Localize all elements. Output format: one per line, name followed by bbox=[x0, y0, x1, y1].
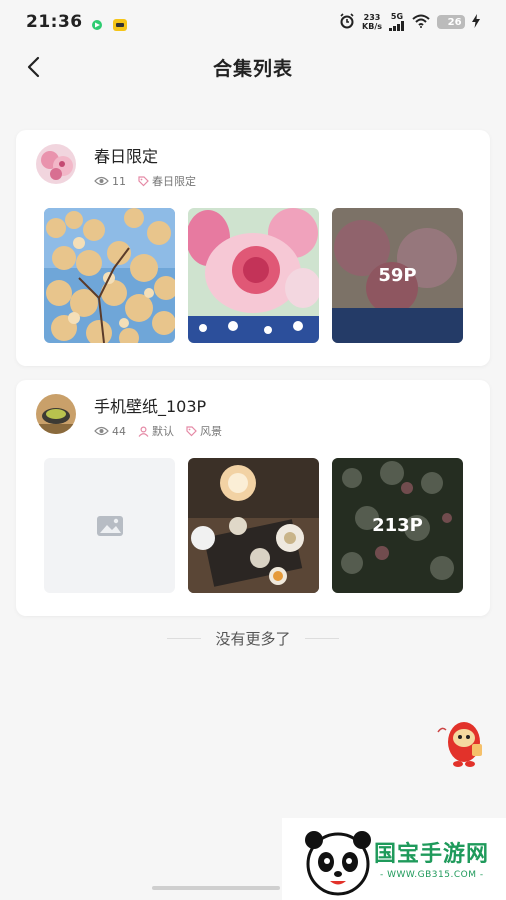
no-more-indicator: 没有更多了 bbox=[0, 628, 506, 649]
page-title: 合集列表 bbox=[212, 57, 293, 80]
collection-image-more[interactable]: 213P bbox=[332, 458, 463, 593]
collection-image[interactable] bbox=[188, 458, 319, 593]
collection-header: 手机壁纸_103P 44 默认 风景 bbox=[36, 394, 222, 439]
view-count-value: 11 bbox=[112, 174, 126, 188]
collection-image[interactable] bbox=[44, 208, 175, 343]
tag-label: 风景 bbox=[200, 425, 222, 438]
signal-bars-icon bbox=[389, 21, 404, 31]
collection-images: 59P bbox=[44, 208, 463, 343]
collection-tag[interactable]: 风景 bbox=[186, 423, 222, 439]
tag-label: 春日限定 bbox=[152, 175, 196, 188]
view-count-value: 44 bbox=[112, 424, 126, 438]
status-indicators: 233 KB/s 5G 26 bbox=[339, 13, 480, 32]
avatar bbox=[36, 394, 76, 434]
chevron-left-icon bbox=[27, 56, 40, 78]
mascot-icon bbox=[437, 722, 482, 767]
back-button[interactable] bbox=[18, 52, 48, 82]
status-bar: 21:36 233 KB/s 5G 26 bbox=[0, 0, 506, 44]
collection-images: 213P bbox=[44, 458, 463, 593]
panda-logo-icon bbox=[305, 831, 371, 896]
view-count: 11 bbox=[94, 175, 126, 188]
no-more-text: 没有更多了 bbox=[215, 630, 291, 648]
collection-title: 手机壁纸_103P bbox=[94, 397, 207, 416]
battery-level: 26 bbox=[447, 16, 462, 28]
divider bbox=[167, 638, 202, 639]
image-placeholder-icon bbox=[96, 515, 124, 537]
eye-icon bbox=[94, 426, 109, 436]
chat-notification-icon bbox=[112, 16, 127, 31]
author-label: 默认 bbox=[152, 425, 174, 438]
app-notification-icon bbox=[91, 16, 105, 30]
user-icon bbox=[138, 425, 149, 437]
wifi-icon bbox=[412, 14, 430, 31]
more-count: 213P bbox=[332, 458, 463, 593]
tag-icon bbox=[138, 175, 149, 186]
cellular-signal: 5G bbox=[389, 13, 405, 31]
collection-author[interactable]: 默认 bbox=[138, 423, 174, 439]
view-count: 44 bbox=[94, 425, 126, 438]
home-indicator[interactable] bbox=[152, 886, 280, 890]
collection-card[interactable]: 春日限定 11 春日限定 59P bbox=[16, 130, 490, 366]
collection-header: 春日限定 11 春日限定 bbox=[36, 144, 196, 189]
nav-bar: 合集列表 bbox=[0, 44, 506, 90]
battery-indicator: 26 bbox=[437, 15, 465, 29]
floating-mascot-button[interactable] bbox=[436, 712, 486, 768]
tag-icon bbox=[186, 425, 197, 436]
status-time: 21:36 bbox=[26, 12, 83, 32]
watermark: 国宝手游网 - WWW.GB315.COM - bbox=[282, 818, 506, 900]
divider bbox=[304, 638, 339, 639]
collection-tag[interactable]: 春日限定 bbox=[138, 173, 196, 189]
eye-icon bbox=[94, 176, 109, 186]
net-speed-unit: KB/s bbox=[362, 22, 382, 31]
collection-title: 春日限定 bbox=[94, 147, 159, 166]
network-type: 5G bbox=[390, 12, 404, 21]
collection-image-more[interactable]: 59P bbox=[332, 208, 463, 343]
net-speed: 233 KB/s bbox=[362, 13, 382, 31]
alarm-icon bbox=[339, 12, 355, 32]
more-count: 59P bbox=[332, 208, 463, 343]
collection-image-placeholder[interactable] bbox=[44, 458, 175, 593]
collection-card[interactable]: 手机壁纸_103P 44 默认 风景 213P bbox=[16, 380, 490, 616]
collection-image[interactable] bbox=[188, 208, 319, 343]
watermark-url: - WWW.GB315.COM - bbox=[380, 870, 484, 880]
net-speed-value: 233 bbox=[363, 13, 381, 22]
watermark-name: 国宝手游网 bbox=[374, 842, 490, 867]
charging-icon bbox=[472, 13, 480, 31]
avatar bbox=[36, 144, 76, 184]
